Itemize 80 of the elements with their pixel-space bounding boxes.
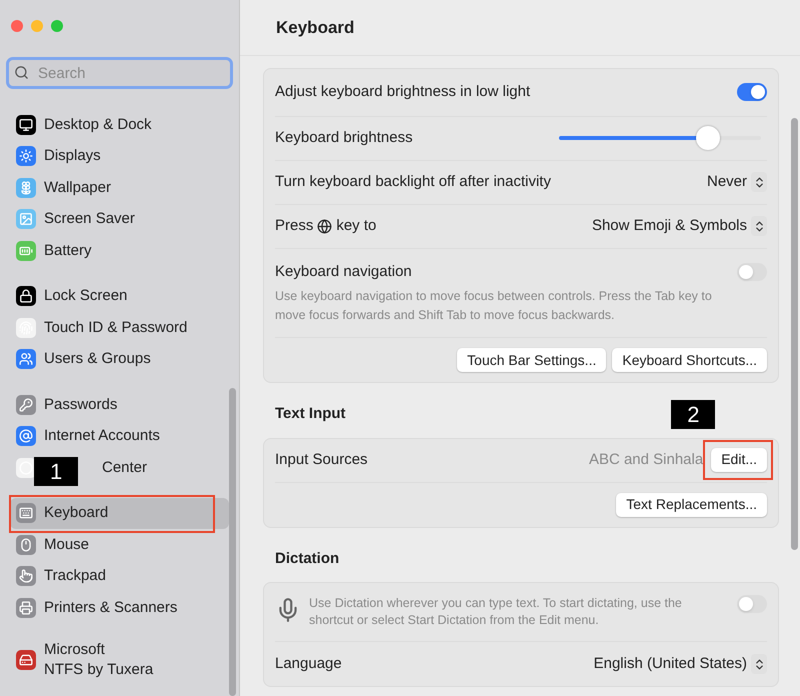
toggle-switch[interactable] xyxy=(737,595,767,613)
at-sign-icon xyxy=(16,426,36,446)
key-icon xyxy=(16,394,36,415)
edit-button[interactable]: Edit... xyxy=(711,448,767,472)
keyboard-icon xyxy=(16,503,36,524)
hand-icon xyxy=(16,566,36,586)
sidebar-item[interactable]: Users & Groups xyxy=(10,344,229,375)
sidebar-item[interactable]: Internet Accounts xyxy=(10,420,229,452)
toggle-switch[interactable] xyxy=(737,262,767,281)
search-field[interactable]: Search xyxy=(6,57,233,89)
fingerprint-icon xyxy=(16,318,36,338)
action-button[interactable]: Touch Bar Settings... xyxy=(457,348,606,372)
sidebar-label: Battery xyxy=(44,240,92,261)
sidebar-label: Keyboard xyxy=(44,503,108,524)
setting-value: ABC and Sinhala xyxy=(588,450,704,470)
sidebar-item[interactable]: Wallpaper xyxy=(10,172,229,204)
sidebar-label: Users & Groups xyxy=(44,349,151,370)
action-button[interactable]: Keyboard Shortcuts... xyxy=(612,348,767,372)
sidebar-label: Printers & Scanners xyxy=(44,598,178,618)
sidebar-item[interactable]: Lock Screen xyxy=(10,280,229,312)
sidebar-item[interactable]: Passwords xyxy=(10,389,229,420)
up-down-icon[interactable] xyxy=(751,654,767,674)
globe-icon xyxy=(317,218,332,234)
setting-label: Input Sources xyxy=(275,450,368,470)
users-icon xyxy=(16,349,36,370)
action-button[interactable]: Text Replacements... xyxy=(616,492,767,516)
annotation-number: 2 xyxy=(671,400,716,429)
sidebar-item[interactable]: Displays xyxy=(10,140,229,172)
sidebar-label: Microsoft NTFS by Tuxera xyxy=(44,640,154,680)
sidebar-label: Displays xyxy=(44,146,101,166)
sidebar-item[interactable]: Trackpad xyxy=(10,560,229,592)
sidebar-item[interactable]: Desktop & Dock xyxy=(10,109,229,140)
highlight-frame xyxy=(703,440,773,480)
sidebar-label: Trackpad xyxy=(44,566,106,586)
setting-label: Keyboard navigation xyxy=(275,262,412,282)
flower-icon xyxy=(16,178,36,198)
sidebar-item[interactable]: Printers & Scanners xyxy=(10,592,229,624)
close-button[interactable] xyxy=(11,20,23,32)
lock-icon xyxy=(16,286,36,306)
sidebar-label: Lock Screen xyxy=(44,286,128,306)
sidebar-label: Touch ID & Password xyxy=(44,318,188,338)
select-value[interactable]: Never xyxy=(706,170,747,194)
setting-label: Adjust keyboard brightness in low light xyxy=(275,82,530,102)
sidebar-label: Screen Saver xyxy=(44,209,135,230)
sidebar-item[interactable]: Screen Saver xyxy=(10,204,229,235)
setting-label: key to xyxy=(336,216,376,236)
monitor-icon xyxy=(16,114,36,135)
setting-label: Language xyxy=(275,654,342,674)
sidebar-label: Wallpaper xyxy=(44,178,111,198)
sidebar-item[interactable]: Mouse xyxy=(10,529,229,560)
sidebar-item[interactable]: Battery xyxy=(10,235,229,266)
setting-description: Use Dictation wherever you can type text. To start dictating, use the shortcut or select Start Dictation from the Edit menu. xyxy=(309,595,683,629)
setting-label: Turn keyboard backlight off after inactivity xyxy=(275,172,551,192)
sidebar-label: Passwords xyxy=(44,394,118,415)
window-title: Keyboard xyxy=(276,16,354,39)
screen-icon xyxy=(16,209,36,230)
setting-label: Press xyxy=(275,216,314,236)
sidebar-label: Mouse xyxy=(44,534,90,555)
toggle-switch[interactable] xyxy=(737,83,767,102)
drive-icon xyxy=(16,650,36,670)
annotation-number: 1 xyxy=(34,457,78,486)
up-down-icon[interactable] xyxy=(751,216,767,236)
select-value[interactable]: Show Emoji & Symbols xyxy=(592,214,747,238)
sidebar-item[interactable]: Touch ID & Password xyxy=(10,312,229,344)
search-icon xyxy=(14,65,29,80)
printer-icon xyxy=(16,598,36,618)
setting-label: Keyboard brightness xyxy=(275,128,413,148)
sidebar-item[interactable]: Keyboard xyxy=(10,498,229,529)
setting-description: Use keyboard navigation to move focus between controls. Press the Tab key to move focus forwards and Shift Tab to move focus backwards. xyxy=(275,288,713,324)
sidebar-label: Internet Accounts xyxy=(44,426,160,446)
section-heading: Text Input xyxy=(275,404,346,424)
sidebar-label: Desktop & Dock xyxy=(44,114,152,135)
sidebar-item[interactable]: Center xyxy=(102,458,148,478)
mouse-icon xyxy=(16,534,36,555)
section-heading: Dictation xyxy=(275,548,340,568)
up-down-icon[interactable] xyxy=(751,172,767,192)
select-value[interactable]: English (United States) xyxy=(594,652,747,676)
sidebar-item[interactable]: Microsoft NTFS by Tuxera xyxy=(10,638,229,682)
sun-icon xyxy=(16,146,36,166)
battery-icon xyxy=(16,240,36,261)
